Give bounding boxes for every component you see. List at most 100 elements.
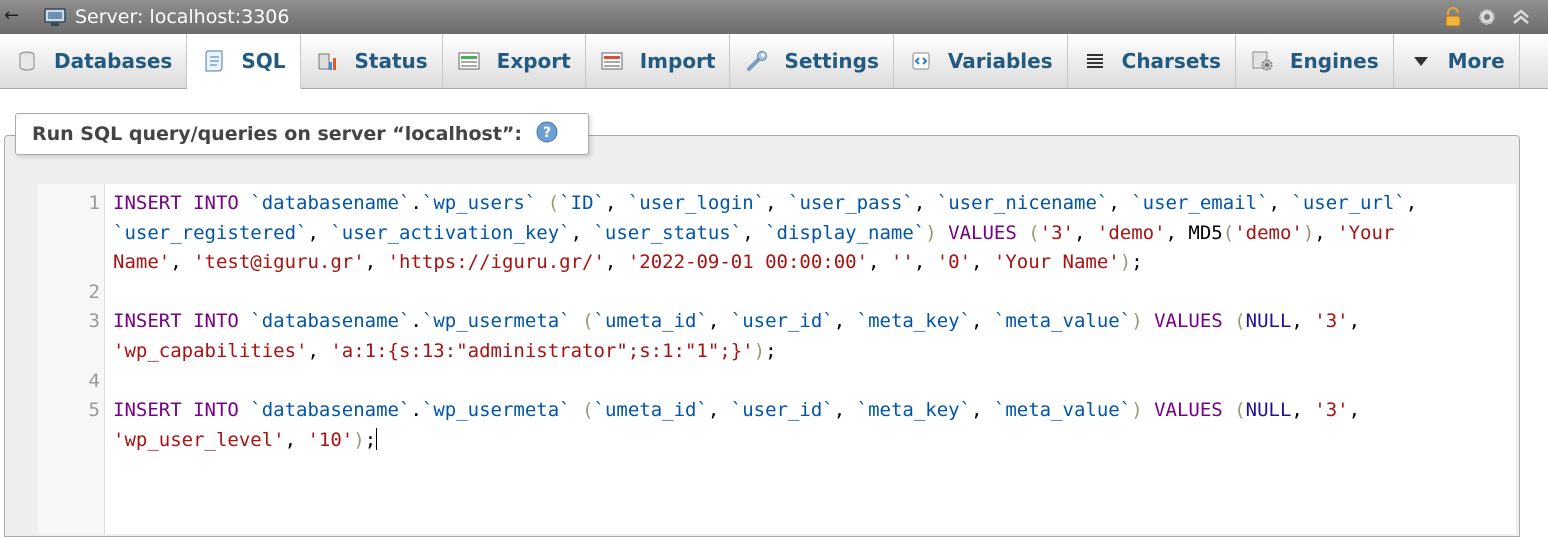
gear-icon[interactable] bbox=[1476, 6, 1498, 32]
code-token: '' bbox=[890, 251, 914, 274]
code-token: , bbox=[707, 310, 731, 333]
code-token: ) bbox=[753, 339, 766, 362]
code-token: , bbox=[1074, 221, 1097, 244]
code-token: , bbox=[1348, 310, 1361, 333]
code-token: `display_name` bbox=[765, 221, 926, 244]
code-token: `user_pass` bbox=[788, 192, 914, 214]
code-token: VALUES bbox=[1154, 310, 1235, 333]
tab-sql[interactable]: SQL bbox=[187, 34, 301, 89]
code-token: `databasename` bbox=[250, 310, 411, 333]
tab-databases[interactable]: Databases bbox=[0, 34, 188, 88]
tab-engines[interactable]: Engines bbox=[1236, 34, 1394, 88]
code-token: `user_status` bbox=[593, 221, 743, 244]
line-number: 3 bbox=[88, 310, 100, 333]
code-token: ) bbox=[353, 428, 365, 451]
text-cursor bbox=[376, 427, 378, 450]
code-token: `user_url` bbox=[1291, 192, 1406, 214]
code-token: , bbox=[742, 221, 766, 244]
line-number-gutter: 1 2 3 4 5 bbox=[38, 184, 105, 534]
line-number: 1 bbox=[88, 192, 100, 214]
code-token: `user_nicename` bbox=[936, 192, 1109, 214]
tab-engines-label: Engines bbox=[1289, 49, 1379, 73]
code-token: Name' bbox=[113, 251, 171, 274]
code-token: , bbox=[284, 428, 308, 451]
export-icon bbox=[457, 48, 483, 74]
code-token: '3' bbox=[1314, 399, 1349, 422]
code-token: ( bbox=[1234, 399, 1246, 422]
code-line: ​ bbox=[113, 278, 1508, 308]
code-token: , bbox=[1268, 192, 1292, 214]
legend-text: Run SQL query/queries on server “localho… bbox=[32, 123, 522, 145]
lock-icon[interactable] bbox=[1442, 6, 1464, 32]
tab-charsets-label: Charsets bbox=[1121, 49, 1221, 73]
tab-more[interactable]: More bbox=[1394, 34, 1520, 88]
tab-status-label: Status bbox=[354, 49, 428, 73]
code-token: . bbox=[410, 399, 422, 422]
line-number: 4 bbox=[88, 369, 100, 392]
code-token: `wp_users` bbox=[421, 192, 537, 214]
tab-import-label: Import bbox=[639, 49, 716, 73]
tab-sql-label: SQL bbox=[241, 49, 286, 73]
tab-export[interactable]: Export bbox=[443, 34, 586, 88]
code-token: `meta_key` bbox=[856, 310, 972, 333]
code-token: VALUES bbox=[948, 221, 1029, 244]
charsets-icon bbox=[1082, 48, 1108, 74]
code-line: INSERT INTO `databasename`.`wp_usermeta`… bbox=[113, 396, 1508, 426]
server-tabs: Databases SQL Status Export Import Setti… bbox=[0, 34, 1548, 89]
code-token: INSERT INTO bbox=[113, 399, 251, 422]
svg-text:?: ? bbox=[543, 125, 551, 141]
code-token: ( bbox=[1028, 221, 1040, 244]
code-line: INSERT INTO `databasename`.`wp_usermeta`… bbox=[113, 307, 1508, 337]
code-token: `databasename` bbox=[250, 192, 411, 214]
code-line: 'wp_capabilities', 'a:1:{s:13:"administr… bbox=[113, 337, 1508, 367]
help-icon[interactable]: ? bbox=[536, 121, 558, 148]
code-token: , bbox=[570, 221, 594, 244]
collapse-icon[interactable] bbox=[1510, 6, 1532, 32]
code-token: ) bbox=[1131, 310, 1143, 333]
sql-code[interactable]: INSERT INTO `databasename`. `wp_users` ( `… bbox=[113, 189, 1508, 455]
tab-variables[interactable]: Variables bbox=[894, 34, 1068, 88]
code-token: , bbox=[707, 399, 731, 422]
code-token: , bbox=[1291, 399, 1315, 422]
code-token: `user_id` bbox=[730, 399, 834, 422]
code-token: , bbox=[765, 192, 789, 214]
code-token: , bbox=[604, 251, 628, 274]
code-token: ( bbox=[547, 192, 560, 214]
sql-query-legend: Run SQL query/queries on server “localho… bbox=[15, 113, 589, 155]
code-token: , bbox=[1108, 192, 1132, 214]
code-token: 'demo' bbox=[1096, 221, 1166, 244]
code-token: '3' bbox=[1039, 221, 1074, 244]
code-token: `umeta_id` bbox=[593, 310, 708, 333]
tab-settings[interactable]: Settings bbox=[730, 34, 894, 88]
tab-export-label: Export bbox=[496, 49, 571, 73]
code-token: '2022-09-01 00:00:00' bbox=[627, 251, 869, 274]
caret-down-icon bbox=[1408, 48, 1434, 74]
tab-variables-label: Variables bbox=[947, 49, 1053, 73]
code-token: ( bbox=[1234, 310, 1246, 333]
code-token: ) bbox=[925, 221, 937, 244]
tab-import[interactable]: Import bbox=[586, 34, 731, 88]
code-token: ; bbox=[1131, 251, 1143, 274]
back-arrow-icon[interactable]: ← bbox=[4, 4, 22, 28]
code-token: , bbox=[604, 192, 628, 214]
code-token: '3' bbox=[1314, 310, 1349, 333]
code-token: '10' bbox=[307, 428, 354, 451]
code-token: , bbox=[971, 399, 994, 422]
tab-settings-label: Settings bbox=[784, 49, 879, 73]
code-token: , bbox=[1314, 221, 1338, 244]
code-token: , bbox=[833, 310, 857, 333]
code-token: 'Your bbox=[1337, 221, 1395, 244]
code-token: ; bbox=[364, 428, 377, 451]
tab-charsets[interactable]: Charsets bbox=[1068, 34, 1236, 88]
code-token: , bbox=[833, 399, 857, 422]
code-token: , bbox=[971, 251, 994, 274]
code-token: 'demo' bbox=[1234, 221, 1303, 244]
sql-editor[interactable]: 1 2 3 4 5 INSERT INTO `databasename`.`wp… bbox=[38, 184, 1516, 534]
code-token: `databasename` bbox=[250, 399, 411, 422]
tab-status[interactable]: Status bbox=[301, 34, 443, 88]
